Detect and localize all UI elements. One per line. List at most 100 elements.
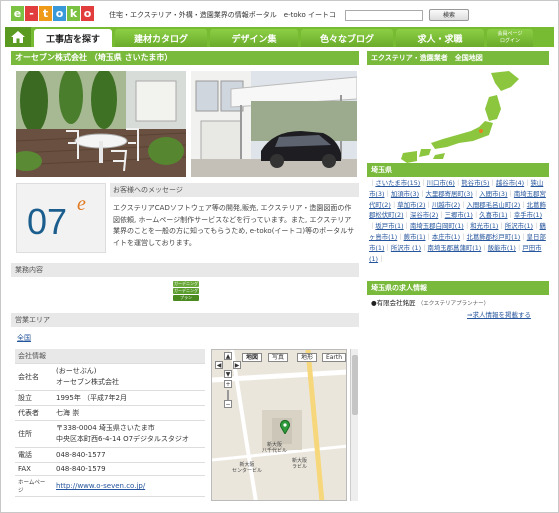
service-badges: ガーデニング ガーデニング プラン — [173, 281, 201, 302]
info-value: 〒338-0004 埼玉県さいたま市 中央区本町西6-4-14 O7デジタルスタ… — [53, 420, 205, 448]
service-badge[interactable]: ガーデニング — [173, 288, 199, 294]
logo-letter: o — [53, 6, 66, 21]
info-key: 住所 — [15, 420, 53, 448]
service-badge[interactable]: ガーデニング — [173, 281, 199, 287]
homepage-link[interactable]: http://www.o-seven.co.jp/ — [53, 475, 205, 497]
zoom-out-button[interactable]: − — [224, 400, 232, 408]
post-job-link[interactable]: ⇒求人情報を掲載する — [467, 309, 531, 319]
message-body: エクステリアCADソフトウェア等の開発,販売, エクステリア・造園図面の作図依頼… — [113, 204, 355, 247]
tab-find-contractor[interactable]: 工事店を探す — [34, 29, 112, 47]
site-tagline: 住宅・エクステリア・外構・造園業界の情報ポータル e-toko イートコ — [109, 11, 336, 19]
pan-left-button[interactable]: ◀ — [215, 361, 223, 369]
pan-right-button[interactable]: ▶ — [233, 361, 241, 369]
member-login-button[interactable]: 会員ページ ログイン — [487, 29, 533, 47]
garden-patio-photo — [16, 71, 186, 177]
location-map[interactable]: ▲ ◀ ▶ ▼ + − 地図 写真 地形 Earth 新大阪 八千代ビル 新大阪… — [211, 349, 347, 501]
info-key: ホームページ — [15, 475, 53, 497]
city-link[interactable]: 所沢市(1) — [505, 222, 533, 230]
map-type-map[interactable]: 地図 — [242, 353, 262, 362]
map-type-earth[interactable]: Earth — [322, 353, 346, 362]
city-link[interactable]: 三郷市(1) — [445, 211, 473, 219]
info-scrollbar[interactable] — [350, 349, 358, 501]
jobs-heading: 埼玉県の求人情報 — [367, 281, 549, 295]
service-badge[interactable]: プラン — [173, 295, 199, 301]
table-row: 設立 1995年 （平成7年2月 — [15, 390, 205, 406]
japan-map[interactable] — [373, 69, 543, 164]
table-row: 会社名 (おーせぶん) オーセブン株式会社 — [15, 363, 205, 391]
info-key: FAX — [15, 462, 53, 476]
city-link[interactable]: 入間郡毛呂山町(2) — [466, 201, 520, 209]
search-input[interactable] — [345, 10, 423, 21]
map-label: 新大阪 八千代ビル — [262, 442, 288, 454]
info-value: 七海 崇 — [53, 405, 205, 421]
zoom-in-button[interactable]: + — [224, 380, 232, 388]
area-title: 営業エリア — [11, 313, 359, 327]
job-company[interactable]: ●有限会社銘匠 — [371, 299, 416, 307]
search-button[interactable]: 検索 — [429, 9, 469, 21]
home-button[interactable] — [5, 27, 31, 47]
home-icon — [11, 31, 25, 43]
site-logo[interactable]: e - t o k o — [11, 6, 95, 22]
map-label: 新大阪 ラビル — [292, 458, 308, 470]
national-map-heading: エクステリア・造園業者 全国地図 — [367, 51, 549, 65]
map-type-terrain[interactable]: 地形 — [297, 353, 317, 362]
scroll-thumb[interactable] — [352, 355, 358, 415]
browser-frame: e - t o k o 住宅・エクステリア・外構・造園業界の情報ポータル e-t… — [0, 0, 559, 513]
job-tag: （エクステリアプランナー） — [417, 301, 490, 307]
city-link[interactable]: 所沢市 (1) — [391, 244, 421, 252]
city-link[interactable]: 川越市(2) — [432, 201, 460, 209]
area-link-nationwide[interactable]: 全国 — [17, 333, 31, 343]
pan-down-button[interactable]: ▼ — [224, 370, 232, 378]
city-link[interactable]: 深谷市(2) — [410, 211, 438, 219]
info-value: 1995年 （平成7年2月 — [53, 390, 205, 406]
site-header: e - t o k o 住宅・エクステリア・外構・造園業界の情報ポータル e-t… — [1, 1, 558, 27]
job-listing[interactable]: ●有限会社銘匠 （エクステリアプランナー） — [371, 297, 489, 307]
city-link[interactable]: 北葛飾郡杉戸町(1) — [466, 233, 520, 241]
logo-letter: e — [11, 6, 24, 21]
city-link[interactable]: 飯能市(1) — [488, 244, 516, 252]
info-value: (おーせぶん) オーセブン株式会社 — [53, 363, 205, 391]
table-row: 住所 〒338-0004 埼玉県さいたま市 中央区本町西6-4-14 O7デジタル… — [15, 420, 205, 448]
city-link[interactable]: 加須市(3) — [391, 190, 419, 198]
message-title: お客様へのメッセージ — [110, 183, 359, 197]
zoom-slider[interactable] — [227, 390, 229, 400]
city-link[interactable]: 川口市(6) — [427, 179, 455, 187]
tab-material-catalog[interactable]: 建材カタログ — [115, 29, 207, 47]
city-link[interactable]: 南埼玉郡菖蒲町(1) — [428, 244, 482, 252]
info-value: 048-840-1579 — [53, 462, 205, 476]
logo-superscript: e — [77, 193, 86, 215]
info-value: 048-840-1577 — [53, 447, 205, 463]
logo-text: 07 — [27, 201, 67, 242]
city-link[interactable]: 幸手市(1) — [514, 211, 542, 219]
prefecture-heading: 埼玉県 — [367, 163, 549, 177]
tab-jobs[interactable]: 求人・求職 — [396, 29, 484, 47]
carport-photo — [191, 71, 357, 177]
tab-blogs[interactable]: 色々なブログ — [301, 29, 393, 47]
city-link[interactable]: 越谷市(4) — [496, 179, 524, 187]
city-link[interactable]: 坂戸市(1) — [375, 222, 403, 230]
city-link[interactable]: 和光市(1) — [470, 222, 498, 230]
table-row: ホームページ http://www.o-seven.co.jp/ — [15, 475, 205, 497]
table-row: 電話 048-840-1577 — [15, 447, 205, 463]
table-row: FAX 048-840-1579 — [15, 462, 205, 476]
city-link[interactable]: さいたま市(15) — [375, 179, 420, 187]
city-link[interactable]: 久喜市(1) — [479, 211, 507, 219]
city-link[interactable]: 熊谷市(5) — [461, 179, 489, 187]
map-type-satellite[interactable]: 写真 — [268, 353, 288, 362]
city-link[interactable]: 入間市(3) — [479, 190, 507, 198]
city-link[interactable]: 本庄市(1) — [432, 233, 460, 241]
services-title: 業務内容 — [11, 263, 359, 277]
tab-design-gallery[interactable]: デザイン集 — [210, 29, 298, 47]
info-title: 会社情報 — [15, 349, 205, 364]
city-link[interactable]: 南埼玉郡白岡町(1) — [410, 222, 464, 230]
city-link[interactable]: 草加市(2) — [397, 201, 425, 209]
pan-up-button[interactable]: ▲ — [224, 352, 232, 360]
info-key: 代表者 — [15, 405, 53, 421]
info-key: 会社名 — [15, 363, 53, 391]
company-heading: オーセブン株式会社 （埼玉県 さいたま市） — [11, 51, 359, 65]
main-nav: 工事店を探す 建材カタログ デザイン集 色々なブログ 求人・求職 会員ページ ロ… — [5, 27, 554, 47]
map-marker-icon[interactable] — [280, 420, 290, 436]
city-link[interactable]: 大里郡寄居町(3) — [425, 190, 472, 198]
city-link[interactable]: 蕨市(1) — [404, 233, 426, 241]
company-logo: 07 e — [16, 183, 106, 253]
